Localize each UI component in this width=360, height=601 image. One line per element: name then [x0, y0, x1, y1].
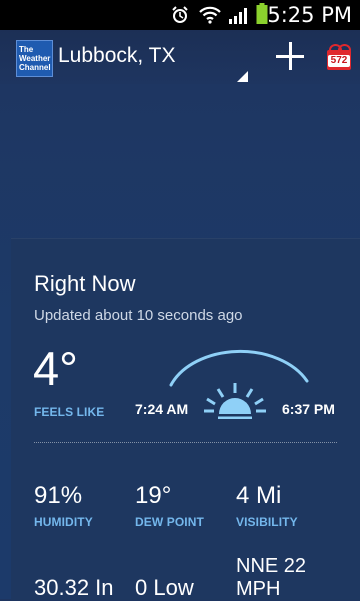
app-bar: The Weather Channel Lubbock, TX 572 — [0, 30, 360, 84]
visibility-label: VISIBILITY — [236, 515, 298, 529]
card-title: Right Now — [34, 271, 136, 296]
updated-timestamp: Updated about 10 seconds ago — [34, 307, 243, 324]
sunrise-time: 7:24 AM — [135, 401, 189, 417]
sunset-time: 6:37 PM — [282, 401, 335, 417]
clock: 5:25 PM — [267, 3, 352, 27]
status-bar: 5:25 PM — [0, 0, 360, 30]
alarm-icon — [171, 6, 189, 28]
gift-button[interactable]: 572 — [322, 42, 356, 74]
divider — [34, 442, 337, 443]
right-now-card: Right Now Updated about 10 seconds ago 4… — [11, 238, 360, 600]
weather-channel-logo[interactable]: The Weather Channel — [16, 40, 53, 77]
feels-like-label: FEELS LIKE — [34, 405, 105, 419]
wind-value: NNE 22 MPH — [236, 555, 307, 600]
logo-line-1: The — [19, 45, 34, 54]
pressure-value: 30.32 In — [34, 575, 114, 600]
location-dropdown-indicator[interactable] — [237, 71, 248, 82]
signal-icon — [228, 6, 250, 28]
visibility-value: 4 Mi — [236, 482, 282, 509]
gift-count-badge: 572 — [328, 55, 350, 67]
logo-line-2: Weather — [19, 54, 51, 63]
dew-point-value: 19° — [135, 482, 172, 509]
sun-icon — [204, 383, 266, 419]
location-selector[interactable]: Lubbock, TX — [58, 44, 176, 68]
current-temperature: 4° — [33, 342, 78, 395]
add-location-button[interactable] — [276, 42, 306, 72]
battery-icon — [256, 3, 268, 29]
wifi-icon — [199, 6, 221, 28]
uv-index-value: 0 Low — [135, 575, 194, 600]
humidity-value: 91% — [34, 482, 83, 509]
humidity-label: HUMIDITY — [34, 515, 93, 529]
dew-point-label: DEW POINT — [135, 515, 204, 529]
logo-line-3: Channel — [19, 63, 51, 72]
